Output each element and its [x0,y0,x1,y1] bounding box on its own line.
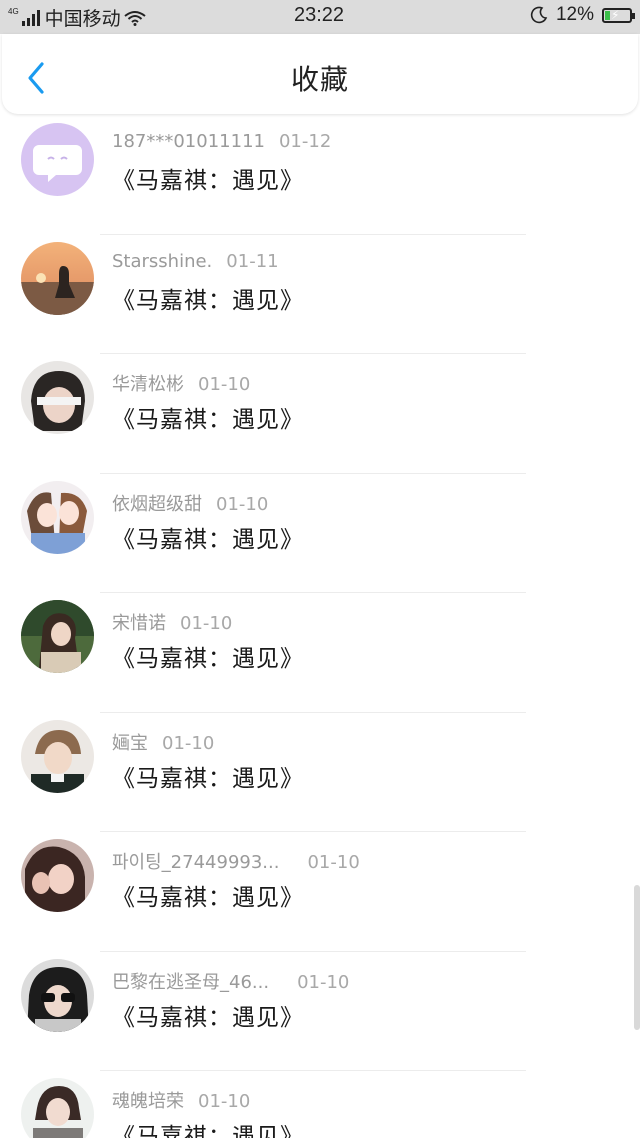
avatar [21,123,94,196]
avatar [21,241,94,315]
username: 依烟超级甜 [112,493,202,515]
item-meta: 巴黎在逃圣母_46... 01-10 [112,968,349,994]
username: 巴黎在逃圣母_46... [112,971,270,993]
list-item[interactable]: 依烟超级甜 01-10 《马嘉祺：遇见》 [0,474,640,593]
item-meta: Starsshine. 01-11 [112,251,279,272]
list-item[interactable]: 巴黎在逃圣母_46... 01-10 《马嘉祺：遇见》 [0,952,640,1071]
scrollbar[interactable] [634,885,640,1030]
network-type: 4G [8,6,19,16]
carrier-name: 中国移动 [44,9,121,30]
avatar [21,719,94,793]
item-meta: 婳宝 01-10 [112,729,214,755]
username: 华清松彬 [112,374,184,395]
list-item[interactable]: 187***01011111 01-12 《马嘉祺：遇见》 [0,115,640,235]
username: 婳宝 [112,732,148,754]
item-meta: 依烟超级甜 01-10 [112,490,268,516]
item-meta: 魂魄培荣 01-10 [112,1087,250,1113]
list-item[interactable]: Starsshine. 01-11 《马嘉祺：遇见》 [0,235,640,354]
item-title: 《马嘉祺：遇见》 [112,168,304,194]
item-title: 《马嘉祺：遇见》 [112,407,304,433]
favorites-list: 187***01011111 01-12 《马嘉祺：遇见》 Starsshine.… [0,115,640,1138]
list-item[interactable]: 파이팅_27449993... 01-10 《马嘉祺：遇见》 [0,832,640,952]
date: 01-10 [162,732,215,754]
username: 宋惜诺 [112,613,166,634]
item-title: 《马嘉祺：遇见》 [112,287,304,314]
item-meta: 187***01011111 01-12 [112,131,331,152]
username: Starsshine. [112,250,213,272]
list-item[interactable]: 华清松彬 01-10 《马嘉祺：遇见》 [0,354,640,474]
date: 01-10 [216,493,269,515]
moon-icon [530,6,548,24]
nav-header: 收藏 [2,34,638,114]
date: 01-10 [180,613,233,634]
page-title: 收藏 [290,63,349,96]
item-title: 《马嘉祺：遇见》 [112,885,304,911]
list-item[interactable]: 魂魄培荣 01-10 《马嘉祺：遇见》 [0,1071,640,1138]
date: 01-10 [198,1091,251,1112]
item-meta: 宋惜诺 01-10 [112,609,232,635]
list-item[interactable]: 宋惜诺 01-10 《马嘉祺：遇见》 [0,593,640,713]
status-left: 4G 中国移动 [8,4,146,31]
item-title: 《马嘉祺：遇见》 [112,526,304,553]
date: 01-12 [278,131,332,152]
status-bar: 4G 中国移动 23:22 12% ⚡ [0,0,640,34]
item-title: 《马嘉祺：遇见》 [112,1004,304,1031]
signal-icon [21,9,40,26]
list-item[interactable]: 婳宝 01-10 《马嘉祺：遇见》 [0,713,640,832]
date: 01-10 [307,852,360,873]
username: 魂魄培荣 [112,1091,184,1112]
status-right: 12% ⚡ [530,4,635,26]
avatar [21,958,94,1032]
clock: 23:22 [294,4,345,26]
avatar [21,1078,94,1138]
item-title: 《马嘉祺：遇见》 [112,765,304,792]
avatar [21,600,94,673]
item-title: 《马嘉祺：遇见》 [112,1124,304,1138]
wifi-icon [124,10,146,26]
battery-percent: 12% [555,4,594,25]
avatar [21,361,94,434]
username: 187***01011111 [112,131,265,152]
item-title: 《马嘉祺：遇见》 [112,646,304,672]
item-meta: 华清松彬 01-10 [112,370,250,396]
avatar [21,480,94,554]
avatar [21,839,94,912]
date: 01-10 [297,971,350,993]
username: 파이팅_27449993... [112,852,280,873]
date: 01-11 [226,250,279,272]
date: 01-10 [198,374,251,395]
item-meta: 파이팅_27449993... 01-10 [112,848,360,874]
battery-icon: ⚡ [602,7,635,23]
